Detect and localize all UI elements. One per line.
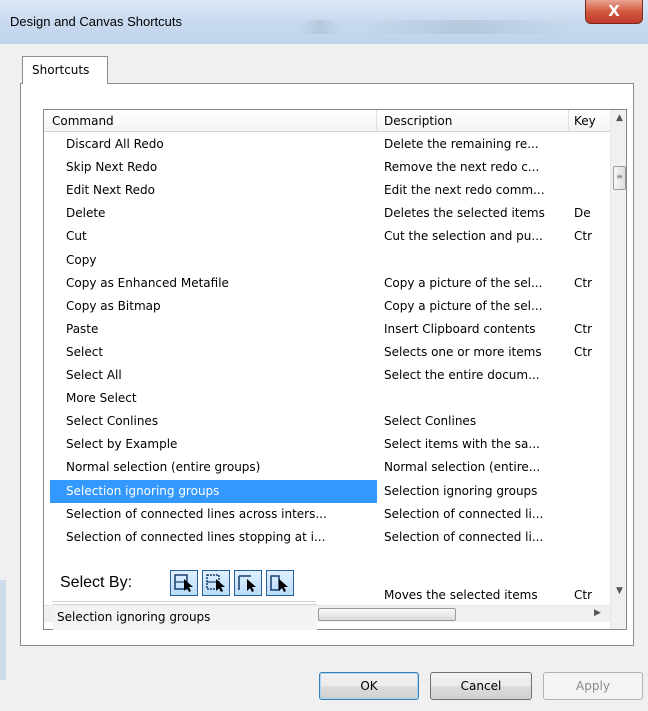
scroll-thumb[interactable]: ≡: [613, 166, 626, 190]
table-row[interactable]: Copy as Bitmap Copy a picture of the sel.…: [44, 295, 610, 318]
column-divider[interactable]: [568, 110, 569, 132]
ok-button[interactable]: OK: [319, 672, 419, 700]
table-row[interactable]: Select Selects one or more items Ctr: [44, 341, 610, 364]
dialog-window: Design and Canvas Shortcuts X Shortcuts …: [0, 0, 648, 711]
row-key: Ctr: [574, 588, 593, 602]
row-description: Copy a picture of the sel...: [384, 276, 543, 290]
close-button[interactable]: X: [585, 0, 643, 24]
row-description: Selection of connected li...: [384, 530, 544, 544]
select-normal-groups-button[interactable]: [170, 570, 198, 596]
table-row[interactable]: Copy: [44, 249, 610, 272]
row-description: Remove the next redo c...: [384, 160, 540, 174]
table-row[interactable]: More Select: [44, 387, 610, 410]
row-command: Copy as Bitmap: [66, 299, 161, 313]
selection-tooltip: Selection ignoring groups: [53, 604, 317, 630]
row-key: De: [574, 206, 591, 220]
row-description: Select Conlines: [384, 414, 477, 428]
row-description: Edit the next redo comm...: [384, 183, 545, 197]
table-row[interactable]: Selection of connected lines stopping at…: [44, 526, 610, 549]
row-key: Ctr: [574, 322, 593, 336]
table-row[interactable]: Select by Example Select items with the s…: [44, 433, 610, 456]
row-command: More Select: [66, 391, 137, 405]
row-command: Delete: [66, 206, 106, 220]
row-key: Ctr: [574, 229, 593, 243]
table-row[interactable]: Cut Cut the selection and pu... Ctr: [44, 225, 610, 248]
tab-shortcuts[interactable]: Shortcuts: [22, 56, 108, 84]
background-window-edge: [0, 580, 6, 680]
group-select-icon: [174, 574, 193, 592]
column-header-description[interactable]: Description: [384, 114, 564, 128]
row-description: Copy a picture of the sel...: [384, 299, 543, 313]
column-header-key[interactable]: Key: [574, 114, 596, 128]
list-header: Command Description Key: [44, 110, 610, 132]
table-row[interactable]: Selection ignoring groups Selection ignor…: [44, 480, 610, 503]
background-ghost: [300, 20, 340, 34]
title-bar: Design and Canvas Shortcuts X: [0, 0, 648, 44]
row-description: Selection of connected li...: [384, 507, 544, 521]
row-description: Delete the remaining re...: [384, 137, 539, 151]
row-command: Selection of connected lines stopping at…: [66, 530, 326, 544]
row-command: Select: [66, 345, 104, 359]
select-by-label: Select By:: [60, 574, 133, 591]
row-key: Ctr: [574, 276, 593, 290]
row-description: Insert Clipboard contents: [384, 322, 536, 336]
table-row[interactable]: Delete Deletes the selected items De: [44, 202, 610, 225]
select-lines-stopping-button[interactable]: [266, 570, 294, 596]
apply-button[interactable]: Apply: [543, 672, 643, 700]
row-description: Deletes the selected items: [384, 206, 545, 220]
row-key: Ctr: [574, 345, 593, 359]
shortcuts-list[interactable]: Command Description Key Discard All Redo…: [43, 109, 627, 630]
vertical-scrollbar[interactable]: ▲ ≡ ▼: [610, 110, 626, 629]
connected-lines-icon: [238, 575, 256, 592]
row-description: Select items with the sa...: [384, 437, 540, 451]
scroll-up-icon[interactable]: ▲: [611, 113, 626, 130]
row-command: Copy: [66, 253, 97, 267]
select-by-toolbar: Select By:: [52, 566, 316, 602]
select-lines-across-button[interactable]: [234, 570, 262, 596]
background-ghost: [360, 20, 570, 34]
table-row[interactable]: Select All Select the entire docum...: [44, 364, 610, 387]
row-command: Select Conlines: [66, 414, 159, 428]
table-row[interactable]: Skip Next Redo Remove the next redo c...: [44, 156, 610, 179]
table-row[interactable]: Select Conlines Select Conlines: [44, 410, 610, 433]
scroll-thumb[interactable]: [318, 608, 456, 621]
row-command: Copy as Enhanced Metafile: [66, 276, 229, 290]
table-row[interactable]: Copy as Enhanced Metafile Copy a picture …: [44, 272, 610, 295]
row-command: Select All: [66, 368, 122, 382]
row-command: Normal selection (entire groups): [66, 460, 261, 474]
table-row[interactable]: Normal selection (entire groups) Normal s…: [44, 456, 610, 479]
cancel-button[interactable]: Cancel: [430, 672, 532, 700]
row-description: Selects one or more items: [384, 345, 542, 359]
row-command: Select by Example: [66, 437, 178, 451]
column-header-command[interactable]: Command: [52, 114, 372, 128]
row-command: Selection of connected lines across inte…: [66, 507, 327, 521]
row-command: Paste: [66, 322, 99, 336]
column-divider[interactable]: [376, 110, 377, 132]
row-command: Edit Next Redo: [66, 183, 155, 197]
table-row[interactable]: Paste Insert Clipboard contents Ctr: [44, 318, 610, 341]
select-ignore-groups-button[interactable]: [202, 570, 230, 596]
row-description: Cut the selection and pu...: [384, 229, 543, 243]
row-description: Selection ignoring groups: [384, 484, 538, 498]
table-row[interactable]: Selection of connected lines across inte…: [44, 503, 610, 526]
table-row[interactable]: Discard All Redo Delete the remaining re.…: [44, 133, 610, 156]
row-command: Cut: [66, 229, 87, 243]
row-command: Selection ignoring groups: [66, 484, 220, 498]
scroll-down-icon[interactable]: ▼: [611, 586, 626, 603]
table-row[interactable]: Edit Next Redo Edit the next redo comm...: [44, 179, 610, 202]
scroll-right-icon[interactable]: ▶: [594, 608, 601, 618]
row-command: Skip Next Redo: [66, 160, 158, 174]
row-command: Discard All Redo: [66, 137, 164, 151]
row-description: Select the entire docum...: [384, 368, 540, 382]
row-description: Normal selection (entire...: [384, 460, 541, 474]
ungroup-select-icon: [206, 574, 225, 592]
window-title: Design and Canvas Shortcuts: [10, 14, 182, 29]
connected-lines-stop-icon: [270, 575, 288, 592]
row-description: Moves the selected items: [384, 588, 538, 602]
